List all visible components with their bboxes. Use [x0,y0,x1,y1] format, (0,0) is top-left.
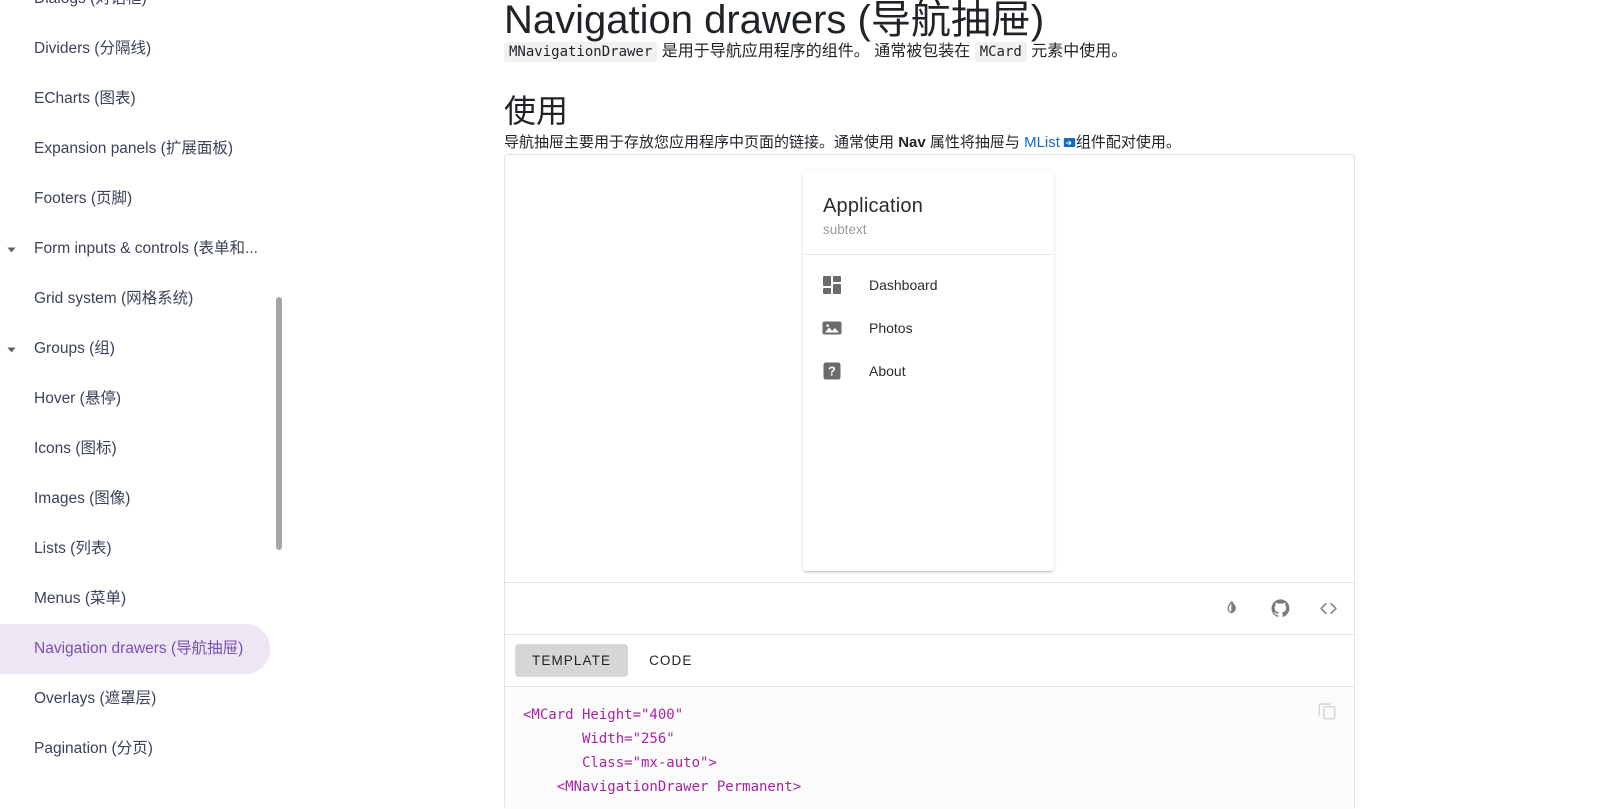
sidebar-item-label: Menus (菜单) [34,590,127,608]
usage-bold-nav: Nav [898,134,926,151]
sidebar-item-0[interactable]: Dialogs (对话框) [0,0,290,24]
sidebar-item-label: ECharts (图表) [34,90,136,108]
code-block: <MCard Height="400" Width="256" Class="m… [505,686,1354,809]
sidebar-scrollbar[interactable] [276,297,282,550]
main-content: Navigation drawers (导航抽屉) MNavigationDra… [290,0,1602,809]
sidebar-item-7[interactable]: Groups (组) [0,324,290,374]
dashboard-icon [821,274,843,296]
drawer-subtitle: subtext [823,222,867,237]
drawer-item-label: About [869,362,906,379]
copy-icon[interactable] [1316,699,1338,721]
theme-toggle-icon[interactable] [1220,597,1244,621]
page-root: Dialogs (对话框) Dividers (分隔线) ECharts (图表) E… [0,0,1602,809]
sidebar-item-label: Images (图像) [34,490,131,508]
drawer-item-dashboard[interactable]: Dashboard [803,263,1054,306]
inline-code-mcard: MCard [974,42,1027,62]
sidebar-item-label: Overlays (遮罩层) [34,690,157,708]
inline-code-mnavigationdrawer: MNavigationDrawer [504,42,658,62]
sidebar-item-10[interactable]: Images (图像) [0,474,290,524]
sidebar-item-label: Lists (列表) [34,540,112,558]
tab-template[interactable]: TEMPLATE [515,644,629,677]
navigation-drawer-demo: Application subtext Dashboard Photos? Abou… [803,171,1054,571]
intro-paragraph: MNavigationDrawer 是用于导航应用程序的组件。 通常被包装在 M… [504,39,1127,65]
code-snippet: <MCard Height="400" Width="256" Class="m… [523,707,802,795]
github-icon[interactable] [1268,597,1292,621]
sidebar-item-1[interactable]: Dividers (分隔线) [0,24,290,74]
usage-text-3: 组件配对使用。 [1075,134,1181,151]
example-tab-bar: TEMPLATE CODE [505,634,1354,686]
sidebar-item-8[interactable]: Hover (悬停) [0,374,290,424]
drawer-header: Application subtext [803,171,1054,255]
drawer-item-about[interactable]: ? About [803,349,1054,392]
usage-text-1: 导航抽屉主要用于存放您应用程序中页面的链接。通常使用 [504,134,895,151]
code-icon[interactable] [1316,597,1340,621]
sidebar-item-label: Groups (组) [34,340,115,358]
drawer-item-photos[interactable]: Photos [803,306,1054,349]
sidebar-item-label: Grid system (网格系统) [34,290,194,308]
sidebar-item-label: Form inputs & controls (表单和... [34,240,258,258]
sidebar-item-5[interactable]: Form inputs & controls (表单和... [0,224,290,274]
intro-text-2: 通常被包装在 [874,43,971,60]
drawer-item-label: Photos [869,319,913,336]
sidebar-item-15[interactable]: Pagination (分页) [0,724,290,774]
example-toolbar [505,582,1354,634]
intro-text-1: 是用于导航应用程序的组件。 [661,43,870,60]
sidebar-item-13[interactable]: Navigation drawers (导航抽屉) [0,624,270,674]
drawer-item-list: Dashboard Photos? About [803,255,1054,392]
example-card: Application subtext Dashboard Photos? Abou… [504,154,1355,809]
sidebar-item-label: Dialogs (对话框) [34,0,147,7]
usage-text-2: 属性将抽屉与 [929,134,1020,151]
svg-text:?: ? [828,364,836,378]
external-link-icon [1063,133,1076,147]
sidebar-item-label: Pagination (分页) [34,740,153,758]
help-icon: ? [821,360,843,382]
sidebar-item-label: Hover (悬停) [34,390,121,408]
sidebar-item-4[interactable]: Footers (页脚) [0,174,290,224]
sidebar-item-11[interactable]: Lists (列表) [0,524,290,574]
sidebar-item-12[interactable]: Menus (菜单) [0,574,290,624]
sidebar-item-9[interactable]: Icons (图标) [0,424,290,474]
sidebar-item-6[interactable]: Grid system (网格系统) [0,274,290,324]
sidebar-item-label: Expansion panels (扩展面板) [34,140,233,158]
drawer-title: Application [823,195,924,217]
usage-paragraph: 导航抽屉主要用于存放您应用程序中页面的链接。通常使用 Nav 属性将抽屉与 ML… [504,131,1181,155]
sidebar-item-3[interactable]: Expansion panels (扩展面板) [0,124,290,174]
mlist-link[interactable]: MList [1024,134,1076,151]
sidebar-item-list: Dialogs (对话框) Dividers (分隔线) ECharts (图表) E… [0,0,290,774]
tab-code[interactable]: CODE [632,644,709,677]
sidebar-item-label: Navigation drawers (导航抽屉) [34,640,244,658]
sidebar-item-14[interactable]: Overlays (遮罩层) [0,674,290,724]
sidebar-item-label: Footers (页脚) [34,190,133,208]
mlist-link-label: MList [1024,134,1060,151]
chevron-down-icon[interactable] [4,242,18,256]
section-heading-usage: 使用 [504,92,569,129]
sidebar-item-label: Dividers (分隔线) [34,40,152,58]
example-preview-stage: Application subtext Dashboard Photos? Abou… [505,155,1354,582]
image-icon [821,317,843,339]
sidebar-item-label: Icons (图标) [34,440,117,458]
sidebar-item-2[interactable]: ECharts (图表) [0,74,290,124]
drawer-item-label: Dashboard [869,276,938,293]
sidebar-navigation: Dialogs (对话框) Dividers (分隔线) ECharts (图表) E… [0,0,290,809]
chevron-down-icon[interactable] [4,342,18,356]
intro-text-3: 元素中使用。 [1031,43,1128,60]
